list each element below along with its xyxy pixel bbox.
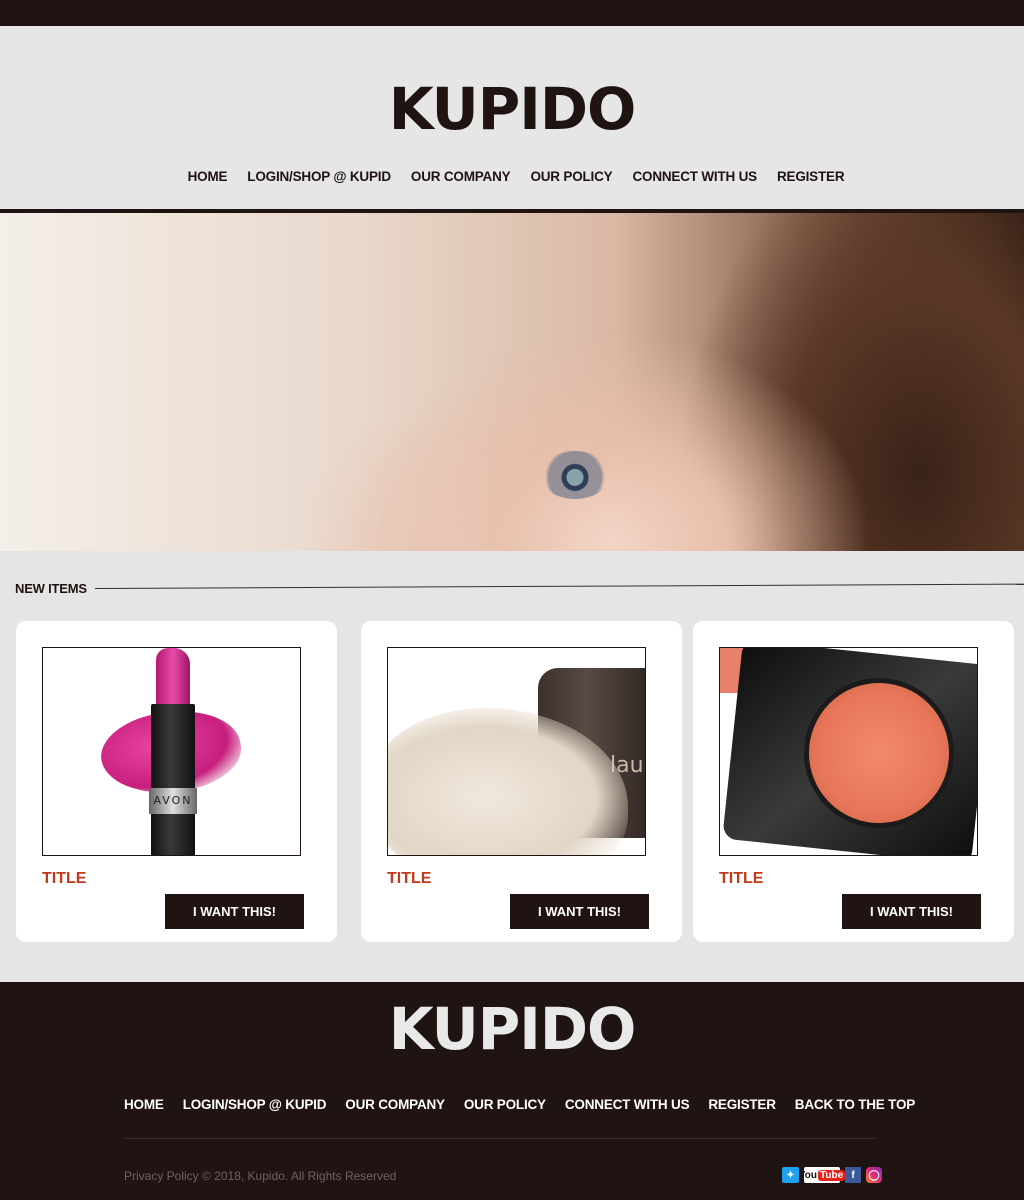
top-bar (0, 0, 1024, 26)
i-want-this-button[interactable]: I WANT THIS! (842, 894, 981, 929)
footer-nav-our-company[interactable]: OUR COMPANY (345, 1097, 445, 1112)
product-image-powder[interactable]: lau (387, 647, 646, 856)
nav-login-shop[interactable]: LOGIN/SHOP @ KUPID (247, 169, 391, 184)
i-want-this-button[interactable]: I WANT THIS! (510, 894, 649, 929)
hero-banner-image (0, 213, 1024, 551)
site-footer: KUPIDO HOME LOGIN/SHOP @ KUPID OUR COMPA… (0, 982, 1024, 1200)
lipstick-tube (151, 704, 195, 855)
main-nav: HOME LOGIN/SHOP @ KUPID OUR COMPANY OUR … (0, 169, 1024, 184)
twitter-icon[interactable]: ✦ (782, 1167, 799, 1183)
footer-nav-our-policy[interactable]: OUR POLICY (464, 1097, 546, 1112)
footer-nav-home[interactable]: HOME (124, 1097, 164, 1112)
copyright-text: Privacy Policy © 2018, Kupido. All Right… (124, 1169, 397, 1183)
footer-logo[interactable]: KUPIDO (0, 1000, 1024, 1058)
product-image-blush[interactable] (719, 647, 978, 856)
product-title[interactable]: TITLE (387, 870, 431, 888)
product-title[interactable]: TITLE (42, 870, 86, 888)
nav-our-company[interactable]: OUR COMPANY (411, 169, 511, 184)
nav-connect-with-us[interactable]: CONNECT WITH US (632, 169, 757, 184)
site-header: KUPIDO HOME LOGIN/SHOP @ KUPID OUR COMPA… (0, 26, 1024, 209)
youtube-label-tube: Tube (818, 1169, 846, 1181)
nav-home[interactable]: HOME (188, 169, 228, 184)
footer-nav-login-shop[interactable]: LOGIN/SHOP @ KUPID (183, 1097, 327, 1112)
nav-register[interactable]: REGISTER (777, 169, 845, 184)
lipstick-brand-text: AVON (153, 794, 193, 807)
product-title[interactable]: TITLE (719, 870, 763, 888)
nav-our-policy[interactable]: OUR POLICY (530, 169, 612, 184)
section-divider (94, 583, 1024, 589)
product-card-powder: lau TITLE I WANT THIS! (361, 621, 682, 942)
lipstick-bullet (156, 648, 190, 708)
site-logo[interactable]: KUPIDO (0, 80, 1024, 138)
new-items-section: NEW ITEMS AVON TITLE I WANT THIS! lau TI… (0, 551, 1024, 982)
footer-nav: HOME LOGIN/SHOP @ KUPID OUR COMPANY OUR … (124, 1097, 915, 1112)
youtube-icon[interactable]: You Tube (799, 1167, 846, 1183)
footer-nav-back-to-top[interactable]: BACK TO THE TOP (795, 1097, 915, 1112)
facebook-icon[interactable]: f (845, 1167, 861, 1183)
hero-eye-left (540, 451, 610, 499)
footer-nav-connect-with-us[interactable]: CONNECT WITH US (565, 1097, 690, 1112)
youtube-label: You (798, 1169, 817, 1181)
product-image-lipstick[interactable]: AVON (42, 647, 301, 856)
social-links: ✦ You Tube f ◯ (782, 1167, 882, 1183)
product-card-blush: TITLE I WANT THIS! (693, 621, 1014, 942)
section-title: NEW ITEMS (15, 581, 87, 596)
product-card-lipstick: AVON TITLE I WANT THIS! (16, 621, 337, 942)
blush-pan (804, 678, 954, 828)
footer-divider (124, 1138, 876, 1139)
instagram-icon[interactable]: ◯ (866, 1167, 882, 1183)
footer-nav-register[interactable]: REGISTER (708, 1097, 776, 1112)
i-want-this-button[interactable]: I WANT THIS! (165, 894, 304, 929)
